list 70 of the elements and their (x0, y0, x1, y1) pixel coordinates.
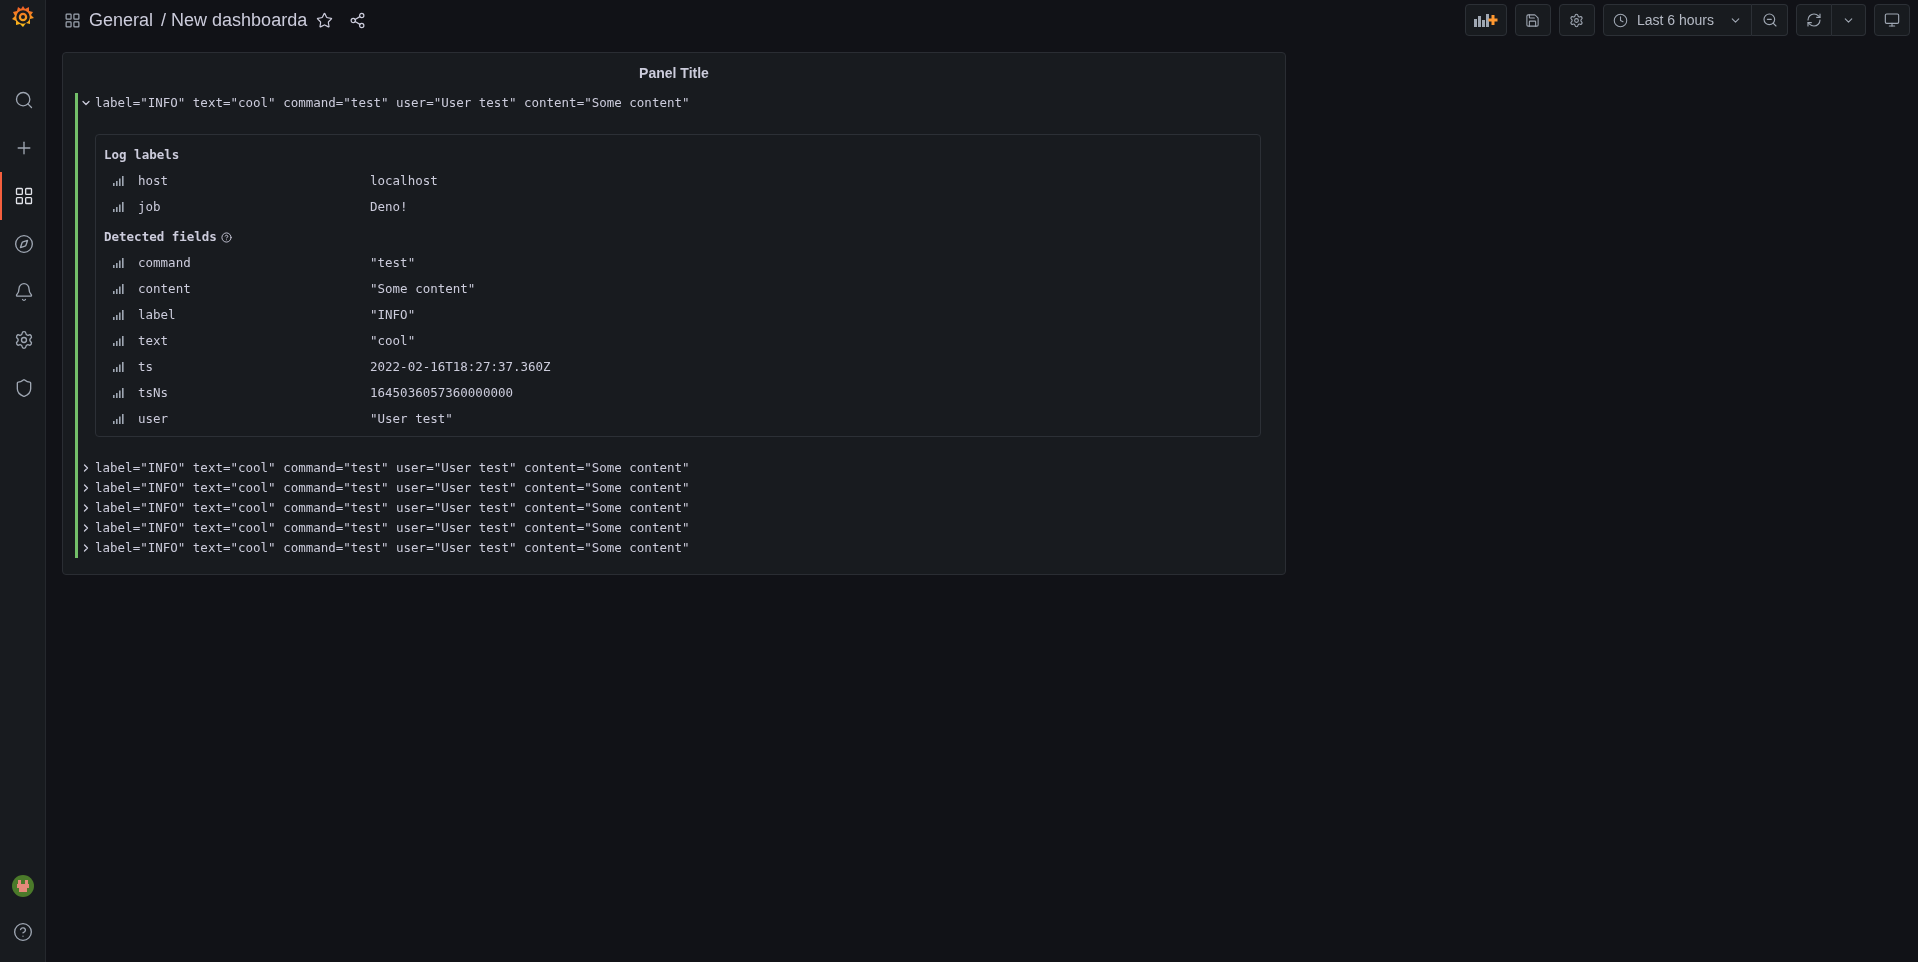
field-value: "User test" (370, 409, 453, 428)
stats-icon[interactable] (113, 176, 124, 186)
field-value: "test" (370, 253, 416, 272)
settings-button[interactable] (1558, 4, 1595, 36)
log-line: label="INFO" text="cool" command="test" user="User test" content="Some content" (95, 478, 690, 497)
folder-link[interactable]: General (89, 6, 154, 34)
stats-icon[interactable] (113, 202, 124, 212)
dashboard-title[interactable]: New dashboarda (171, 6, 308, 34)
log-line: label="INFO" text="cool" command="test" user="User test" content="Some content" (95, 518, 690, 537)
avatar-icon[interactable] (11, 875, 34, 897)
log-row[interactable]: label="INFO" text="cool" command="test" user="User test" content="Some content" (78, 518, 1273, 538)
star-icon[interactable] (316, 11, 334, 29)
log-row[interactable]: label="INFO" text="cool" command="test" user="User test" content="Some content" (78, 538, 1273, 558)
log-row[interactable]: label="INFO" text="cool" command="test" user="User test" content="Some content" (78, 458, 1273, 478)
clock-icon (1612, 12, 1628, 28)
field-value: Deno! (370, 197, 408, 216)
panel-title: Panel Title (639, 63, 709, 83)
stats-icon[interactable] (113, 414, 124, 424)
stats-icon[interactable] (113, 362, 124, 372)
zoom-out-button[interactable] (1752, 4, 1788, 36)
view-mode-button[interactable] (1874, 4, 1910, 36)
field-name: job (138, 197, 162, 216)
add-panel-button[interactable] (1464, 4, 1507, 36)
stats-icon[interactable] (113, 336, 124, 346)
log-line: label="INFO" text="cool" command="test" user="User test" content="Some content" (95, 538, 690, 557)
share-icon[interactable] (349, 11, 367, 29)
bell-icon (13, 282, 34, 302)
field-value: localhost (370, 171, 438, 190)
log-row[interactable]: label="INFO" text="cool" command="test" user="User test" content="Some content" (78, 498, 1273, 518)
log-row[interactable]: label="INFO" text="cool" command="test" user="User test" content="Some content" (78, 93, 1273, 113)
field-name: tsNs (138, 383, 170, 402)
grid-icon (13, 186, 34, 206)
save-icon (1525, 12, 1541, 28)
save-button[interactable] (1514, 4, 1551, 36)
stats-icon[interactable] (113, 258, 124, 268)
field-name: label (138, 305, 177, 324)
search-icon (13, 90, 34, 110)
stats-icon[interactable] (113, 310, 124, 320)
dashboard-icon (64, 11, 81, 29)
log-row[interactable]: label="INFO" text="cool" command="test" user="User test" content="Some content" (78, 478, 1273, 498)
log-line: label="INFO" text="cool" command="test" user="User test" content="Some content" (95, 93, 690, 112)
log-line: label="INFO" text="cool" command="test" user="User test" content="Some content" (95, 498, 690, 517)
field-name: text (138, 331, 170, 350)
settings-icon (1569, 12, 1585, 28)
field-value: "cool" (370, 331, 416, 350)
field-value: 1645036057360000000 (370, 383, 513, 402)
info-icon (220, 231, 232, 243)
monitor-icon (1884, 12, 1900, 28)
help-icon[interactable] (12, 922, 33, 942)
settings-icon (13, 330, 34, 350)
section-title: Detected fields (104, 227, 217, 246)
zoom-out-icon (1761, 12, 1778, 28)
field-value: "INFO" (370, 305, 416, 324)
field-value: 2022-02-16T18:27:37.360Z (370, 357, 551, 376)
stats-icon[interactable] (113, 388, 124, 398)
breadcrumb-separator: / (161, 8, 167, 32)
field-value: "Some content" (370, 279, 476, 298)
stats-icon[interactable] (113, 284, 124, 294)
field-name: host (138, 171, 170, 190)
add-panel-icon (1473, 13, 1498, 27)
refresh-button[interactable] (1796, 4, 1832, 36)
field-name: command (138, 253, 192, 272)
field-name: user (138, 409, 170, 428)
field-name: content (138, 279, 192, 298)
compass-icon (13, 234, 34, 254)
time-range-picker[interactable]: Last 6 hours (1602, 4, 1752, 36)
log-line: label="INFO" text="cool" command="test" user="User test" content="Some content" (95, 458, 690, 477)
section-title: Log labels (104, 145, 180, 164)
refresh-icon (1806, 12, 1822, 28)
field-name: ts (138, 357, 155, 376)
